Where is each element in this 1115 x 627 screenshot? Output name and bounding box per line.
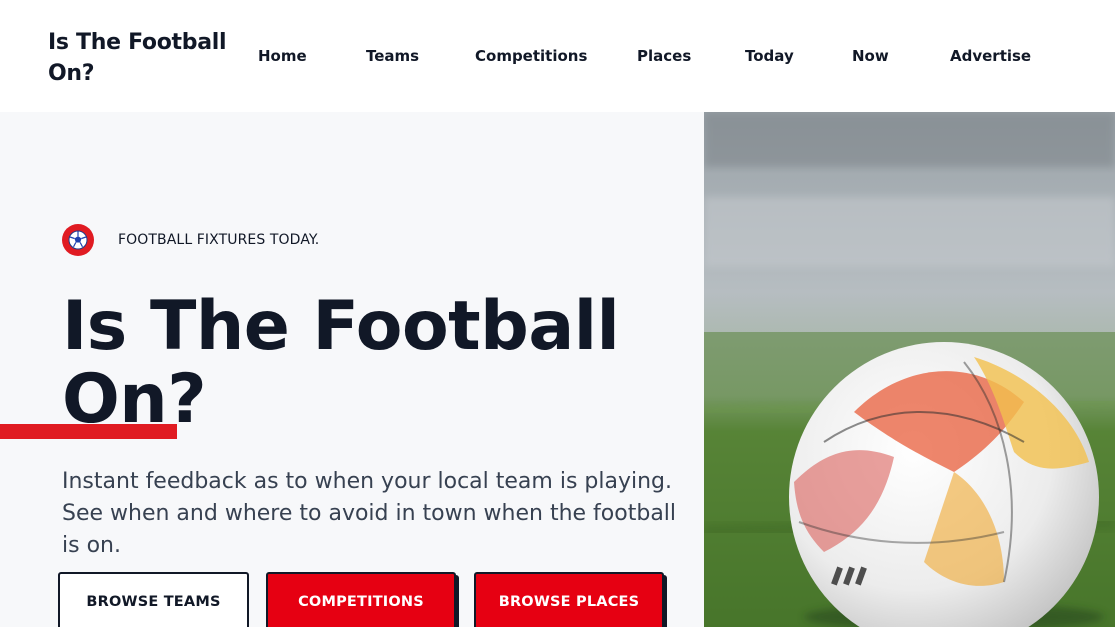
main-nav: Home Teams Competitions Places Today Now…: [0, 0, 1115, 112]
browse-places-button[interactable]: BROWSE PLACES: [474, 572, 664, 627]
nav-home[interactable]: Home: [258, 46, 307, 66]
site-header: Is The Football On? Home Teams Competiti…: [0, 0, 1115, 112]
hero-content: FOOTBALL FIXTURES TODAY. Is The Football…: [0, 112, 704, 627]
nav-today[interactable]: Today: [745, 46, 794, 66]
nav-now[interactable]: Now: [852, 46, 889, 66]
nav-competitions[interactable]: Competitions: [475, 46, 587, 66]
hero-kicker: FOOTBALL FIXTURES TODAY.: [62, 224, 319, 256]
hero-section: FOOTBALL FIXTURES TODAY. Is The Football…: [0, 112, 1115, 627]
nav-teams[interactable]: Teams: [366, 46, 419, 66]
nav-places[interactable]: Places: [637, 46, 691, 66]
hero-kicker-text: FOOTBALL FIXTURES TODAY.: [118, 232, 320, 248]
soccer-ball-icon: [62, 224, 94, 256]
hero-football-photo: [704, 112, 1115, 627]
browse-teams-button[interactable]: BROWSE TEAMS: [58, 572, 249, 627]
competitions-button[interactable]: COMPETITIONS: [266, 572, 456, 627]
nav-advertise[interactable]: Advertise: [950, 46, 1031, 66]
hero-title-line-1: Is The Football: [62, 287, 620, 366]
hero-title: Is The Football On?: [62, 290, 662, 436]
hero-title-line-2: On?: [62, 360, 207, 439]
hero-description: Instant feedback as to when your local t…: [62, 469, 677, 558]
